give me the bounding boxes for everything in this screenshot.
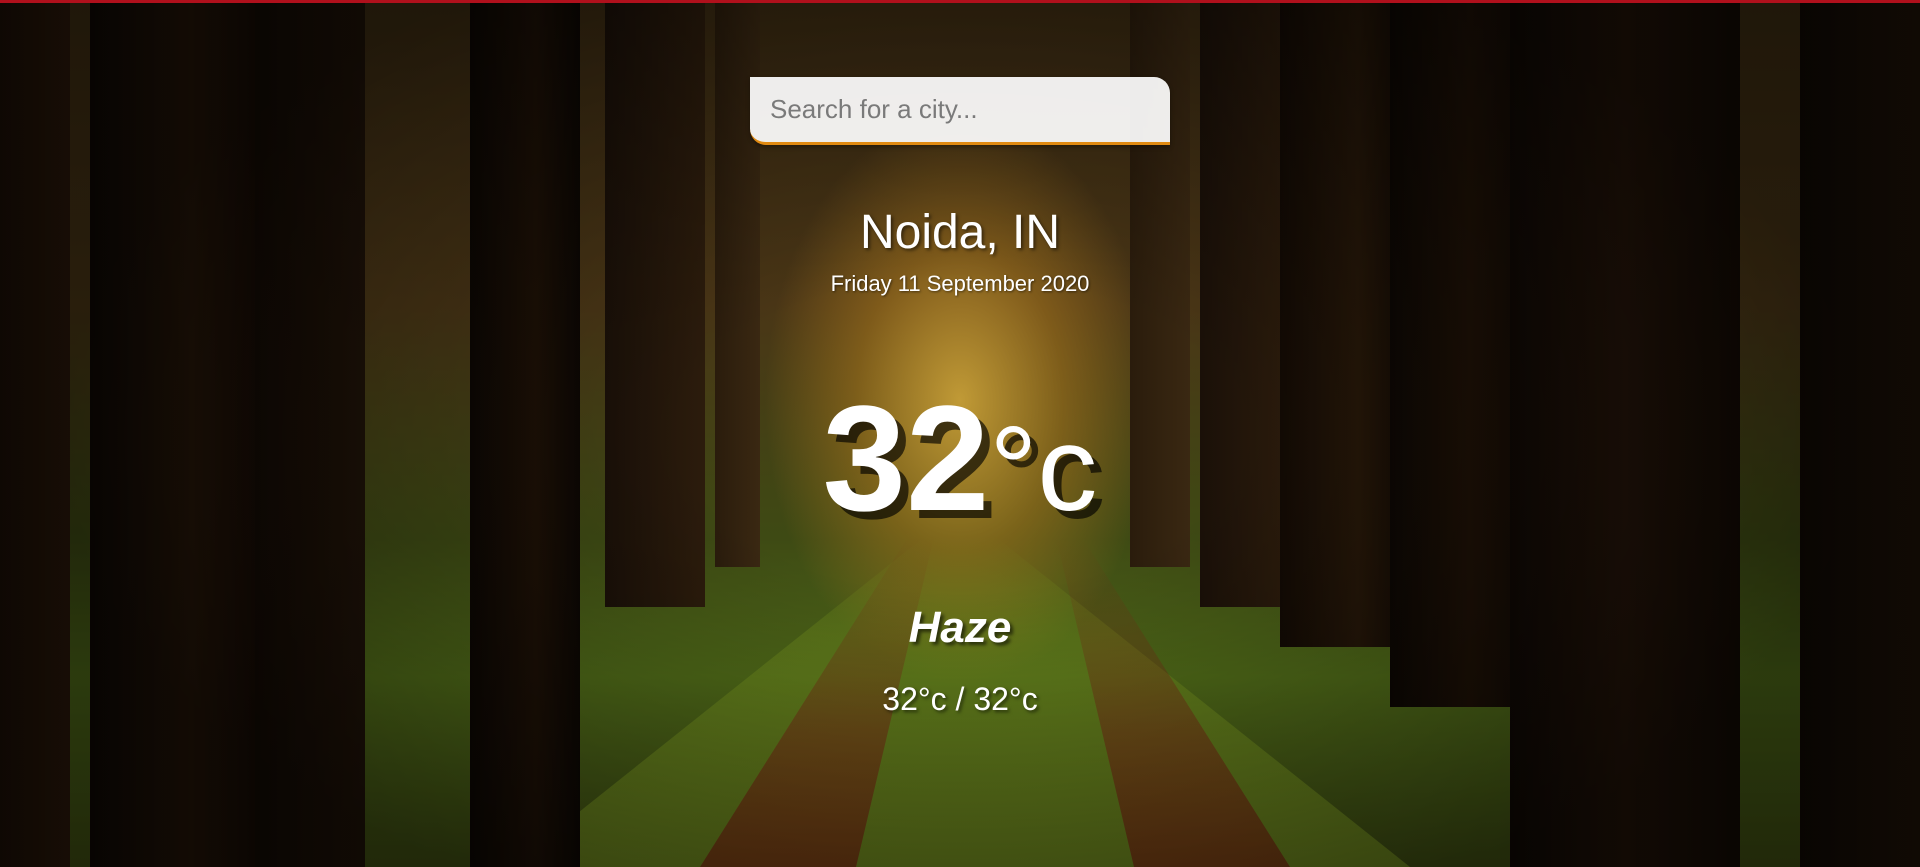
- weather-app: Noida, IN Friday 11 September 2020 32°c …: [0, 0, 1920, 867]
- current-temperature: 32°c: [0, 383, 1920, 544]
- city-search-input[interactable]: [750, 77, 1170, 145]
- temperature-value: 32: [822, 374, 990, 542]
- location-city: Noida, IN: [859, 206, 1061, 259]
- weather-condition: Haze: [908, 603, 1012, 652]
- weather-content: Noida, IN Friday 11 September 2020 32°c …: [0, 3, 1920, 867]
- hi-low-temperature: 32°c / 32°c: [882, 681, 1038, 717]
- temperature-unit: °c: [989, 402, 1098, 536]
- location-date: Friday 11 September 2020: [830, 271, 1090, 296]
